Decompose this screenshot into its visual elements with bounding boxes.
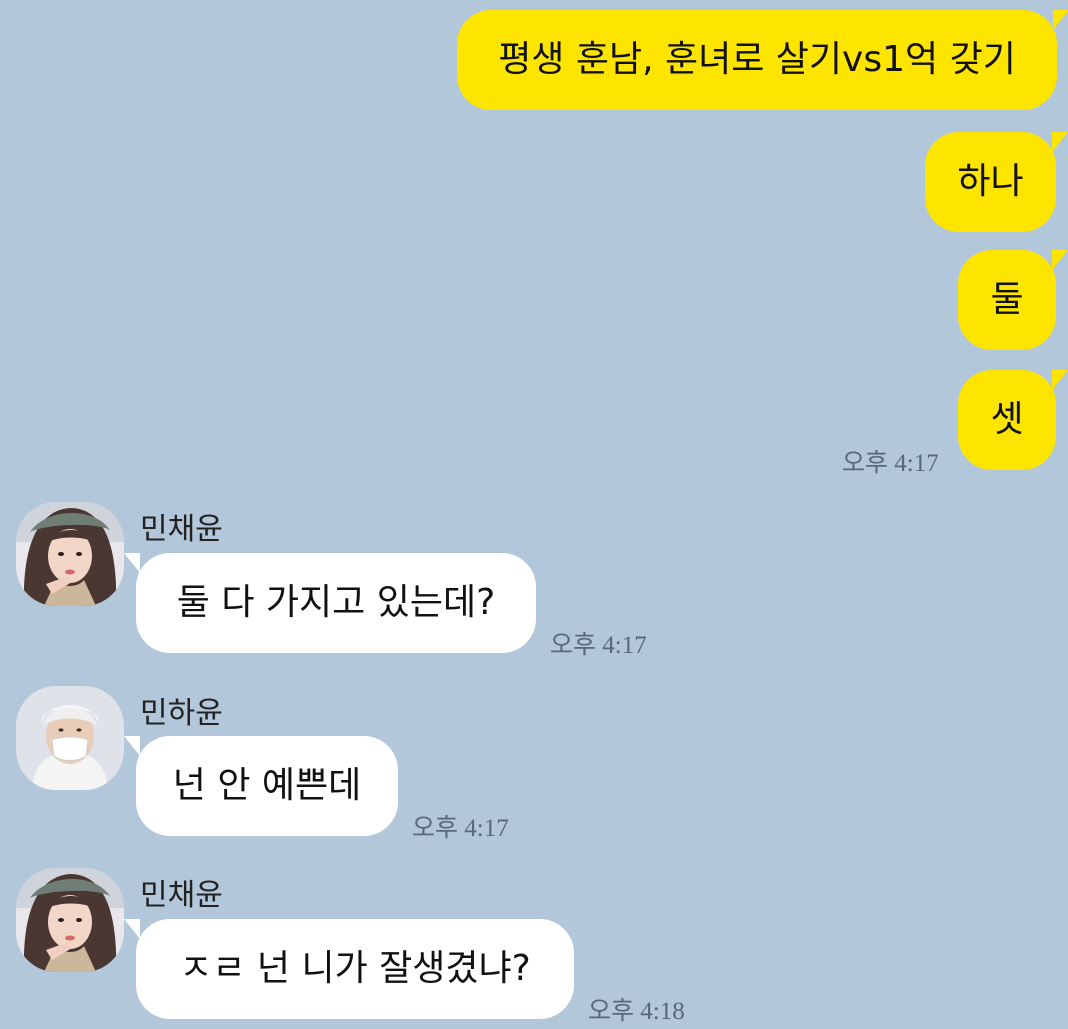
message-text: 평생 훈남, 훈녀로 살기vs1억 갖기 — [498, 39, 1016, 80]
bubble-tail — [124, 736, 140, 756]
sender-name: 민채윤 — [140, 512, 223, 547]
bubble-tail — [1052, 370, 1068, 390]
sent-message-bubble[interactable]: 하나 — [925, 132, 1068, 232]
message-text: ㅈㄹ 넌 니가 잘생겼냐? — [179, 948, 531, 989]
bubble-tail — [1052, 250, 1068, 270]
received-message-bubble[interactable]: 둘 다 가지고 있는데? — [124, 553, 536, 653]
avatar-girl-photo[interactable] — [16, 868, 124, 972]
message-text: 넌 안 예쁜데 — [172, 765, 362, 806]
received-message-bubble[interactable]: ㅈㄹ 넌 니가 잘생겼냐? — [124, 919, 574, 1019]
message-text: 둘 다 가지고 있는데? — [176, 582, 496, 623]
sender-name: 민채윤 — [140, 878, 223, 913]
bubble-tail — [124, 919, 140, 939]
bubble-tail — [1052, 132, 1068, 152]
message-text: 하나 — [957, 161, 1024, 202]
sent-message-bubble[interactable]: 평생 훈남, 훈녀로 살기vs1억 갖기 — [457, 10, 1068, 110]
message-timestamp: 오후 4:17 — [412, 815, 509, 842]
bubble-tail — [124, 553, 140, 573]
bubble-tail — [1053, 10, 1068, 30]
message-timestamp: 오후 4:17 — [842, 450, 939, 477]
message-text: 둘 — [990, 279, 1024, 320]
sender-name: 민하윤 — [140, 696, 223, 731]
message-text: 셋 — [990, 399, 1024, 440]
sent-message-bubble[interactable]: 둘 — [958, 250, 1068, 350]
message-timestamp: 오후 4:17 — [550, 632, 647, 659]
received-message-bubble[interactable]: 넌 안 예쁜데 — [124, 736, 398, 836]
sent-message-bubble[interactable]: 셋 — [958, 370, 1068, 470]
avatar-girl-photo[interactable] — [16, 502, 124, 606]
message-timestamp: 오후 4:18 — [588, 998, 685, 1025]
avatar-masked-person-photo[interactable] — [16, 686, 124, 790]
